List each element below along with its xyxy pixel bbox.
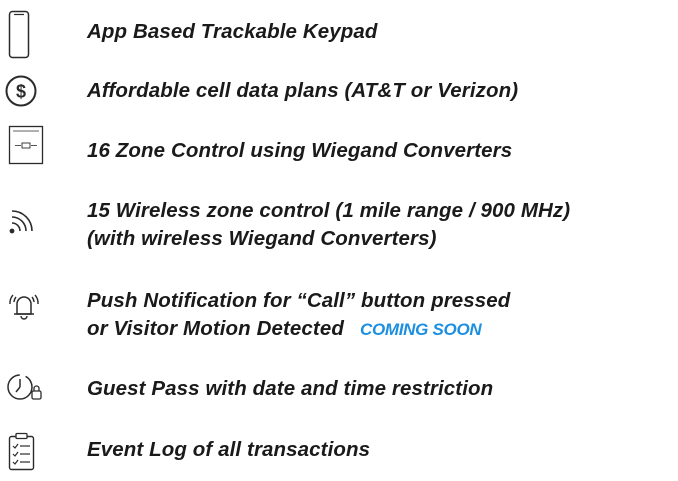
clock-lock-icon: [4, 370, 48, 406]
wireless-signal-icon: [4, 199, 38, 239]
feature-line: (with wireless Wiegand Converters): [87, 227, 437, 250]
feature-line: Push Notification for “Call” button pres…: [87, 289, 511, 312]
dollar-circle-icon: $: [4, 74, 38, 108]
feature-line: Guest Pass with date and time restrictio…: [87, 377, 494, 400]
feature-text: Push Notification for “Call” button pres…: [87, 287, 510, 344]
feature-text: 15 Wireless zone control (1 mile range /…: [87, 197, 570, 253]
feature-line: 15 Wireless zone control (1 mile range /…: [87, 199, 571, 222]
converter-board-icon: [3, 124, 47, 168]
smartphone-icon: [2, 10, 36, 62]
coming-soon-badge: COMING SOON: [359, 320, 482, 339]
feature-line: App Based Trackable Keypad: [87, 20, 378, 43]
feature-text: Affordable cell data plans (AT&T or Veri…: [87, 77, 518, 105]
ringing-bell-icon: [4, 287, 44, 327]
feature-text: App Based Trackable Keypad: [87, 18, 377, 46]
feature-line: or Visitor Motion Detected: [87, 317, 344, 340]
feature-line: Affordable cell data plans (AT&T or Veri…: [87, 79, 519, 102]
feature-line: Event Log of all transactions: [87, 438, 371, 461]
feature-line: 16 Zone Control using Wiegand Converters: [87, 139, 513, 162]
checklist-clipboard-icon: [6, 432, 40, 476]
svg-text:$: $: [16, 82, 26, 102]
feature-text: Event Log of all transactions: [87, 436, 370, 464]
feature-text: Guest Pass with date and time restrictio…: [87, 375, 493, 403]
feature-text: 16 Zone Control using Wiegand Converters: [87, 137, 512, 165]
